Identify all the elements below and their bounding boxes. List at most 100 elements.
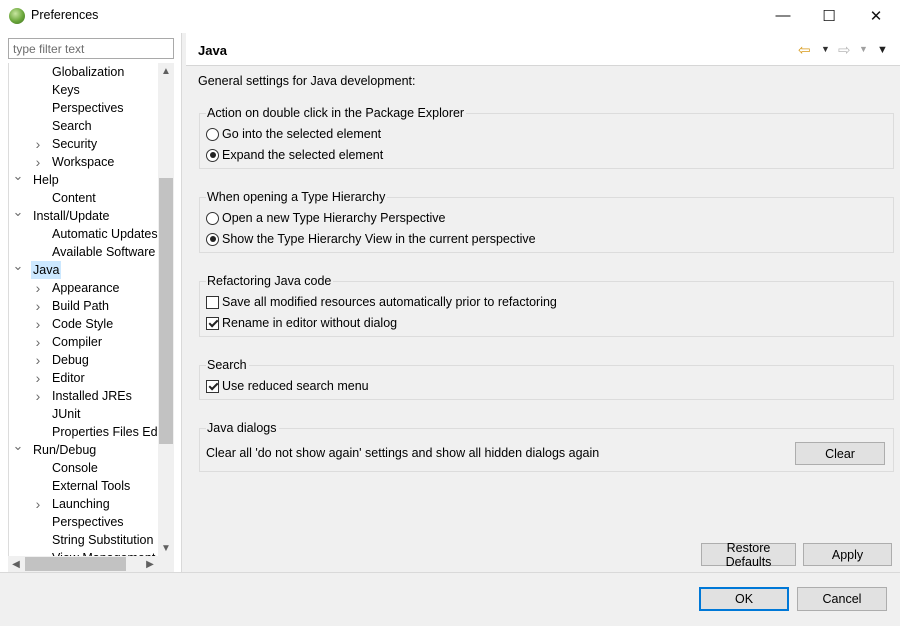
collapse-chevron-icon[interactable]: › xyxy=(32,153,44,171)
tree-item-label: Install/Update xyxy=(33,209,110,223)
preference-tree: Globalization Keys Perspectives Search › Secu… xyxy=(8,63,174,572)
dialogs-description: Clear all 'do not show again' settings a… xyxy=(206,446,600,460)
tree-item-label: Automatic Updates xyxy=(52,227,158,241)
tree-item[interactable]: Globalization xyxy=(9,63,174,81)
back-history-dropdown-icon[interactable]: ▼ xyxy=(821,44,830,54)
tree-item[interactable]: › Compiler xyxy=(9,333,174,351)
page-header xyxy=(186,33,900,66)
expand-chevron-icon[interactable]: ⌄ xyxy=(12,167,24,185)
option-label: Expand the selected element xyxy=(222,148,384,162)
tree-item-label: Compiler xyxy=(52,335,103,349)
radio-button-icon[interactable] xyxy=(206,211,219,225)
page-description: General settings for Java development: xyxy=(198,74,416,88)
checkbox-icon[interactable] xyxy=(206,379,219,393)
scroll-down-icon[interactable]: ▼ xyxy=(158,540,174,556)
collapse-chevron-icon[interactable]: › xyxy=(32,387,44,405)
radio-show-view[interactable]: Show the Type Hierarchy View in the curr… xyxy=(206,231,536,247)
tree-item-label: Debug xyxy=(52,353,89,367)
tree-item[interactable]: Automatic Updates xyxy=(9,225,174,243)
tree-item-label: Code Style xyxy=(52,317,114,331)
maximize-button[interactable]: ☐ xyxy=(806,0,852,31)
radio-button-icon[interactable] xyxy=(206,148,219,162)
scroll-up-icon[interactable]: ▲ xyxy=(158,63,174,79)
collapse-chevron-icon[interactable]: › xyxy=(32,495,44,513)
expand-chevron-icon[interactable]: ⌄ xyxy=(12,203,24,221)
close-button[interactable]: ✕ xyxy=(853,0,899,31)
tree-item-label: Perspectives xyxy=(52,101,124,115)
radio-expand[interactable]: Expand the selected element xyxy=(206,147,383,163)
tree-item[interactable]: Console xyxy=(9,459,174,477)
tree-item-label: Properties Files Editor xyxy=(52,425,174,439)
clear-button[interactable]: Clear xyxy=(795,442,885,465)
collapse-chevron-icon[interactable]: › xyxy=(32,333,44,351)
tree-horizontal-scroll-thumb[interactable] xyxy=(25,557,126,571)
tree-item[interactable]: Properties Files Editor xyxy=(9,423,174,441)
tree-item-label: Content xyxy=(52,191,96,205)
collapse-chevron-icon[interactable]: › xyxy=(32,135,44,153)
checkbox-reduced-search[interactable]: Use reduced search menu xyxy=(206,378,369,394)
ok-button[interactable]: OK xyxy=(699,587,789,611)
tree-item[interactable]: String Substitution xyxy=(9,531,174,549)
checkbox-rename-in-editor[interactable]: Rename in editor without dialog xyxy=(206,315,397,331)
tree-item-label: Help xyxy=(33,173,59,187)
collapse-chevron-icon[interactable]: › xyxy=(32,351,44,369)
option-label: Go into the selected element xyxy=(222,127,382,141)
forward-arrow-icon[interactable]: ⇨ xyxy=(838,41,851,59)
eclipse-app-icon xyxy=(9,8,25,24)
view-menu-icon[interactable]: ▼ xyxy=(877,44,888,56)
tree-item[interactable]: › Installed JREs xyxy=(9,387,174,405)
tree-item-label: Workspace xyxy=(52,155,115,169)
tree-item[interactable]: ⌄ Java xyxy=(9,258,174,279)
tree-item[interactable]: › Build Path xyxy=(9,297,174,315)
tree-item[interactable]: › Security xyxy=(9,135,174,153)
tree-item[interactable]: Available Software Sites xyxy=(9,243,174,261)
filter-input[interactable] xyxy=(8,38,174,59)
tree-item[interactable]: › Debug xyxy=(9,351,174,369)
radio-open-perspective[interactable]: Open a new Type Hierarchy Perspective xyxy=(206,210,446,226)
scroll-right-icon[interactable]: ▶ xyxy=(142,556,158,572)
radio-go-into[interactable]: Go into the selected element xyxy=(206,126,381,142)
cancel-button[interactable]: Cancel xyxy=(797,587,887,611)
tree-item[interactable]: External Tools xyxy=(9,477,174,495)
tree-item[interactable]: Perspectives xyxy=(9,513,174,531)
collapse-chevron-icon[interactable]: › xyxy=(32,315,44,333)
checkbox-icon[interactable] xyxy=(206,295,219,309)
tree-item[interactable]: › Editor xyxy=(9,369,174,387)
minimize-button[interactable]: — xyxy=(760,0,806,31)
checkbox-icon[interactable] xyxy=(206,316,219,330)
tree-item[interactable]: › Workspace xyxy=(9,153,174,171)
tree-item[interactable]: › Code Style xyxy=(9,315,174,333)
tree-item[interactable]: › Appearance xyxy=(9,279,174,297)
collapse-chevron-icon[interactable]: › xyxy=(32,279,44,297)
expand-chevron-icon[interactable]: ⌄ xyxy=(12,257,24,275)
checkbox-save-modified[interactable]: Save all modified resources automaticall… xyxy=(206,294,557,310)
restore-defaults-button[interactable]: Restore Defaults xyxy=(701,541,796,569)
tree-item[interactable]: › Launching xyxy=(9,495,174,513)
radio-button-icon[interactable] xyxy=(206,127,219,141)
collapse-chevron-icon[interactable]: › xyxy=(32,369,44,387)
tree-item[interactable]: ⌄ Run/Debug xyxy=(9,438,174,459)
tree-item[interactable]: ⌄ Install/Update xyxy=(9,204,174,225)
group-title: Search xyxy=(206,358,249,372)
option-label: Open a new Type Hierarchy Perspective xyxy=(222,211,446,225)
collapse-chevron-icon[interactable]: › xyxy=(32,297,44,315)
back-arrow-icon[interactable]: ⇦ xyxy=(798,41,811,59)
apply-button[interactable]: Apply xyxy=(803,543,892,566)
option-label: Use reduced search menu xyxy=(222,379,369,393)
scroll-left-icon[interactable]: ◀ xyxy=(8,556,24,572)
group-title: Java dialogs xyxy=(206,421,279,435)
tree-item-label: Perspectives xyxy=(52,515,124,529)
tree-item-label: Console xyxy=(52,461,98,475)
tree-item[interactable]: Content xyxy=(9,189,174,207)
forward-history-dropdown-icon[interactable]: ▼ xyxy=(859,44,868,54)
tree-item[interactable]: JUnit xyxy=(9,405,174,423)
tree-item[interactable]: Perspectives xyxy=(9,99,174,117)
radio-button-icon[interactable] xyxy=(206,232,219,246)
tree-item-label: External Tools xyxy=(52,479,131,493)
tree-item[interactable]: ⌄ Help xyxy=(9,168,174,189)
tree-item[interactable]: Keys xyxy=(9,81,174,99)
expand-chevron-icon[interactable]: ⌄ xyxy=(12,437,24,455)
group-title: Refactoring Java code xyxy=(206,274,334,288)
tree-item[interactable]: Search xyxy=(9,117,174,135)
tree-vertical-scroll-thumb[interactable] xyxy=(159,178,173,444)
